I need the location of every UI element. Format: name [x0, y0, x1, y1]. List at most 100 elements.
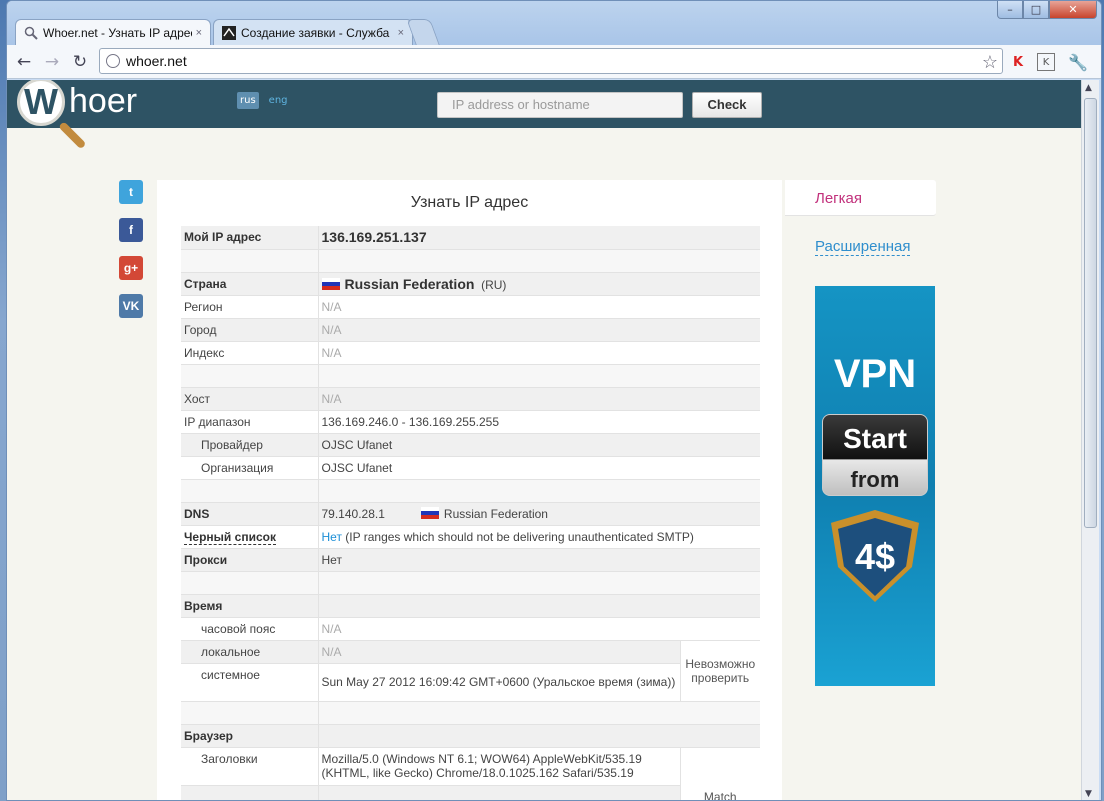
blacklist-cell: Нет (IP ranges which should not be deliv…: [318, 525, 760, 549]
ip-range-label: IP диапазон: [181, 410, 319, 434]
city-label: Город: [181, 318, 319, 342]
time-label: Время: [181, 594, 319, 618]
headers-value: Mozilla/5.0 (Windows NT 6.1; WOW64) Appl…: [318, 747, 680, 786]
scroll-up-arrow-icon[interactable]: ▲: [1085, 83, 1092, 93]
blacklist-label[interactable]: Черный список: [184, 529, 276, 545]
table-row: системное Sun May 27 2012 16:09:42 GMT+0…: [181, 663, 760, 702]
whoer-logo[interactable]: W hoer: [17, 80, 157, 150]
k-extension-icon[interactable]: K: [1037, 53, 1055, 71]
spacer-row: [181, 479, 760, 503]
wrench-menu-icon[interactable]: 🔧: [1068, 53, 1088, 72]
index-value: N/A: [318, 341, 760, 365]
facebook-icon[interactable]: f: [119, 218, 143, 242]
close-tab-icon[interactable]: ×: [196, 27, 202, 39]
table-row: локальное N/A Невозможно проверить: [181, 640, 760, 702]
dns-country: Russian Federation: [443, 506, 548, 521]
tab-whoer[interactable]: Whoer.net - Узнать IP адрес ×: [15, 19, 211, 45]
country-code: (RU): [481, 277, 507, 292]
org-label: Организация: [181, 456, 319, 480]
browser-window: – □ ✕ Whoer.net - Узнать IP адрес × Созд…: [6, 0, 1102, 801]
table-row: Время: [181, 594, 760, 618]
dns-cell: 79.140.28.1 Russian Federation: [318, 502, 760, 526]
vertical-scrollbar[interactable]: ▲ ▼: [1081, 80, 1099, 800]
mode-tab-easy-box: Легкая: [785, 180, 936, 216]
maximize-button[interactable]: □: [1023, 1, 1049, 19]
table-row: [181, 785, 760, 800]
table-row: часовой пояс N/A: [181, 617, 760, 641]
provider-value: OJSC Ufanet: [318, 433, 760, 457]
table-row: Браузер: [181, 724, 760, 748]
lang-eng[interactable]: eng: [269, 95, 288, 106]
host-value: N/A: [318, 387, 760, 411]
table-row: Хост N/A: [181, 387, 760, 411]
proxy-label: Прокси: [181, 548, 319, 572]
forward-arrow-icon[interactable]: →: [41, 51, 63, 73]
table-row: IP диапазон 136.169.246.0 - 136.169.255.…: [181, 410, 760, 434]
dns-ip: 79.140.28.1: [321, 506, 385, 521]
address-bar[interactable]: whoer.net ☆: [99, 48, 1003, 74]
language-switcher: rus eng: [237, 92, 288, 109]
table-row: Провайдер OJSC Ufanet: [181, 433, 760, 457]
provider-label: Провайдер: [181, 433, 319, 457]
local-time-label: локальное: [181, 640, 319, 664]
close-window-button[interactable]: ✕: [1049, 1, 1097, 19]
table-row: DNS 79.140.28.1 Russian Federation: [181, 502, 760, 526]
social-buttons: t f g+ VK: [119, 180, 143, 318]
globe-icon: [106, 54, 120, 68]
ip-search-input[interactable]: IP address or hostname: [437, 92, 683, 118]
city-value: N/A: [318, 318, 760, 342]
cannot-check-cell: Невозможно проверить: [679, 640, 760, 702]
ad-start-text: Start: [843, 423, 907, 454]
lang-rus[interactable]: rus: [237, 92, 259, 109]
match-cell: Match: [679, 747, 760, 800]
back-arrow-icon[interactable]: ←: [13, 51, 35, 73]
table-row: Мой IP адрес 136.169.251.137: [181, 226, 760, 250]
spacer-row: [181, 249, 760, 273]
tab-advanced[interactable]: Расширенная: [815, 238, 911, 256]
table-row: Прокси Нет: [181, 548, 760, 572]
close-tab-icon[interactable]: ×: [398, 27, 404, 39]
scroll-down-arrow-icon[interactable]: ▼: [1085, 789, 1092, 799]
table-row: Организация OJSC Ufanet: [181, 456, 760, 480]
table-row: Индекс N/A: [181, 341, 760, 365]
tab-ticket[interactable]: Создание заявки - Служба ×: [213, 19, 413, 45]
table-row: Город N/A: [181, 318, 760, 342]
country-label: Страна: [181, 272, 319, 296]
russia-flag-icon: [321, 277, 340, 290]
reload-icon[interactable]: ↻: [69, 51, 91, 73]
twitter-icon[interactable]: t: [119, 180, 143, 204]
bookmark-star-icon[interactable]: ☆: [982, 50, 998, 74]
ad-vpn-text: VPN: [833, 352, 917, 396]
vpn-advertisement[interactable]: VPN Start from 4$: [815, 286, 935, 686]
my-ip-value: 136.169.251.137: [318, 226, 760, 250]
table-row: Регион N/A: [181, 295, 760, 319]
system-time-value: Sun May 27 2012 16:09:42 GMT+0600 (Ураль…: [318, 663, 680, 702]
browser-toolbar: ← → ↻ whoer.net ☆ K K 🔧: [7, 45, 1101, 79]
tab-easy[interactable]: Легкая: [815, 190, 862, 207]
ip-range-value: 136.169.246.0 - 136.169.255.255: [318, 410, 760, 434]
my-ip-label: Мой IP адрес: [181, 226, 319, 250]
ad-price: 4$: [838, 518, 912, 596]
logo-text: hoer: [69, 82, 138, 120]
headers-label: Заголовки: [181, 747, 319, 786]
blacklist-value[interactable]: Нет: [322, 530, 342, 544]
region-label: Регион: [181, 295, 319, 319]
dns-label: DNS: [181, 502, 319, 526]
kaspersky-extension-icon[interactable]: K: [1009, 53, 1027, 71]
ad-from-text: from: [850, 467, 900, 492]
region-value: N/A: [318, 295, 760, 319]
index-label: Индекс: [181, 341, 319, 365]
page-title: Узнать IP адрес: [410, 194, 529, 211]
minimize-button[interactable]: –: [997, 1, 1023, 19]
google-plus-icon[interactable]: g+: [119, 256, 143, 280]
vk-icon[interactable]: VK: [119, 294, 143, 318]
address-text: whoer.net: [126, 53, 187, 69]
ip-info-table: Мой IP адрес 136.169.251.137 Страна Russ…: [181, 226, 760, 800]
check-button[interactable]: Check: [692, 92, 762, 118]
table-row: Страна Russian Federation (RU): [181, 272, 760, 296]
local-time-value: N/A: [318, 640, 680, 664]
scrollbar-thumb[interactable]: [1084, 98, 1097, 528]
magnifier-handle: [58, 121, 87, 150]
tab-title: Whoer.net - Узнать IP адрес: [43, 25, 192, 40]
magnifier-icon: [24, 26, 38, 40]
